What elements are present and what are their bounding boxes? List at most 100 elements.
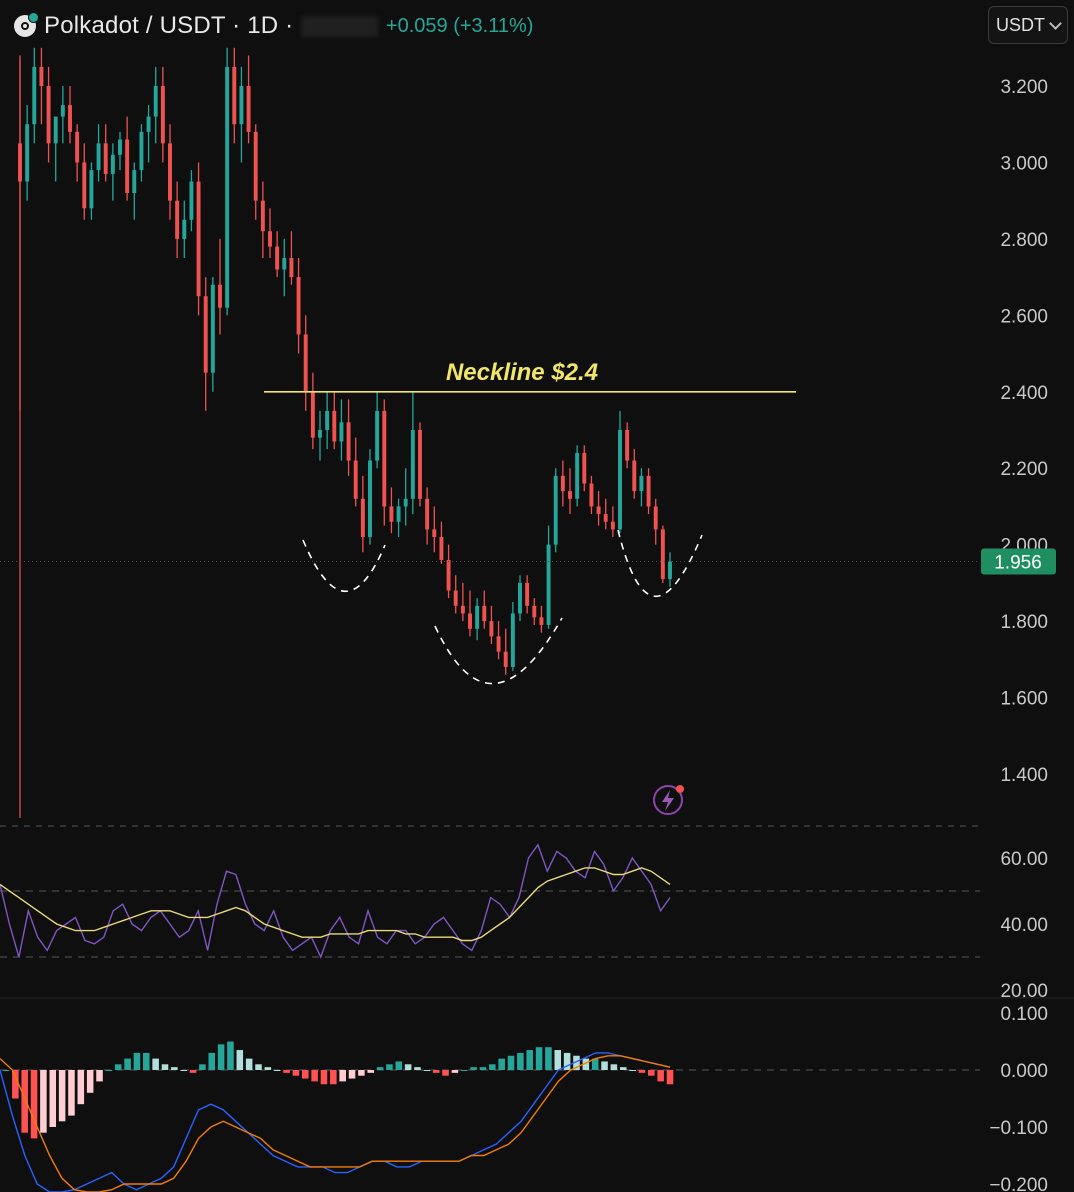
macd-tick-label: −0.100 [989,1118,1048,1139]
macd-histogram-bar [199,1064,206,1070]
macd-histogram-bar [49,1070,57,1127]
price-tick-label: 2.800 [1000,230,1048,251]
macd-histogram-bar [545,1047,552,1070]
macd-histogram-bar [554,1050,562,1070]
candle-body [639,475,644,492]
alert-dot [676,785,684,793]
macd-histogram-bar [376,1067,384,1070]
macd-histogram-bar [526,1050,533,1070]
macd-histogram-bar [648,1070,655,1076]
macd-histogram-bar [96,1070,103,1082]
candle-body [110,154,115,174]
candle-body [482,605,487,622]
candle-body [160,86,165,144]
macd-histogram-bar [666,1070,674,1085]
candle-body [218,284,222,308]
neckline-label: Neckline $2.4 [446,359,598,386]
macd-histogram-bar [105,1070,113,1071]
macd-histogram-bar [21,1070,28,1133]
candle-body [403,498,408,507]
rsi-pane[interactable]: 60.00 40.00 20.00 [0,843,1074,1002]
price-tick-label: 2.400 [1000,383,1048,404]
macd-histogram-bar [619,1067,627,1070]
candle-body [289,258,294,278]
candle-body [318,430,322,438]
macd-pane[interactable]: 0.100 0.000 −0.100 −0.200 [0,1004,1048,1192]
macd-histogram-bar [77,1070,85,1105]
macd-histogram-bar [657,1070,664,1082]
price-tick-label: 2.600 [1000,306,1048,327]
macd-histogram-bar [535,1047,543,1070]
macd-histogram-bar [367,1070,375,1073]
lightning-bolt [662,790,674,811]
macd-tick-label: 0.100 [1000,1004,1048,1025]
macd-histogram-bar [283,1070,290,1073]
candle-body [360,498,365,538]
candle-body [596,506,601,515]
price-tick-label: 3.000 [1000,153,1048,174]
macd-histogram-bar [2,1070,10,1071]
rsi-tick-label: 60.00 [1000,849,1048,870]
candle-body [25,124,30,182]
macd-histogram-bar [442,1070,449,1076]
candle-body [53,116,58,144]
macd-histogram-bar [451,1070,459,1073]
candle-body [646,475,651,507]
macd-histogram-bar [68,1070,75,1116]
macd-histogram-bar [470,1067,477,1070]
macd-histogram-bar [189,1070,197,1073]
candle-body [296,277,301,335]
candle-body [275,246,280,270]
macd-histogram-bar [507,1055,515,1070]
candle-body [239,86,244,125]
macd-histogram-bar [171,1067,178,1070]
macd-histogram-bar [58,1070,66,1122]
rsi-ma-line [0,867,671,942]
chart-canvas[interactable]: 3.2003.0002.8002.6002.4002.2002.0001.800… [0,0,1074,1192]
candle-body [418,430,422,499]
candle-body [68,105,72,132]
candle-body [525,582,530,606]
candle-body [118,139,122,155]
candle-body [410,430,415,499]
candle-body [232,66,237,125]
macd-histogram-bar [114,1064,122,1070]
macd-histogram-bar [320,1070,328,1085]
macd-histogram-bar [432,1070,440,1073]
price-pane[interactable]: 3.2003.0002.8002.6002.4002.2002.0001.800… [0,47,1056,827]
candle-body [75,131,80,163]
candle-body [303,334,308,392]
candle-body [496,636,501,652]
price-tick-label: 1.600 [1000,689,1048,710]
macd-histogram-bar [12,1070,19,1099]
candle-body [103,143,108,174]
macd-histogram-bar [133,1052,141,1070]
price-tick-label: 1.800 [1000,612,1048,633]
candle-body [196,181,201,297]
macd-histogram-bar [255,1064,262,1070]
candle-body [668,561,672,580]
candle-body [260,200,265,232]
macd-histogram-bar [601,1061,608,1070]
candle-body [60,105,65,117]
candle-body [468,613,472,629]
macd-tick-label: −0.200 [989,1175,1048,1192]
candle-body [475,605,480,629]
macd-histogram-bar [395,1061,403,1070]
macd-histogram-bar [40,1070,47,1133]
macd-histogram-bar [517,1052,524,1070]
candle-body [625,430,630,461]
macd-histogram-bar [292,1070,300,1076]
pattern-arc [617,529,703,597]
macd-histogram-bar [610,1064,618,1070]
candle-body [432,529,437,538]
macd-histogram-bar [330,1070,337,1085]
macd-histogram-bar [152,1058,159,1070]
candle-body [253,131,258,201]
candle-body [132,170,137,194]
candle-body [582,452,587,484]
macd-histogram-bar [264,1067,272,1070]
price-tick-label: 1.400 [1000,765,1048,786]
macd-histogram-bar [358,1070,365,1076]
candle-body [375,410,380,461]
